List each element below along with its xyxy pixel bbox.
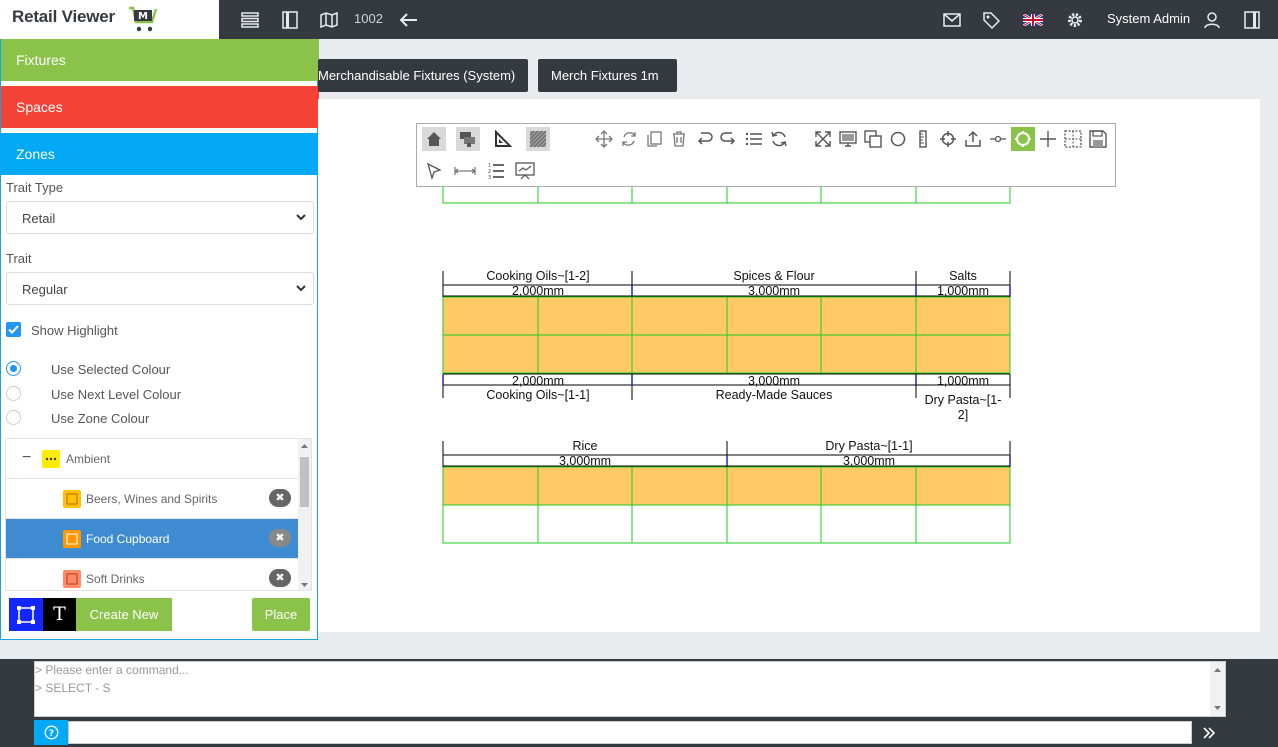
save-icon[interactable]	[1086, 127, 1110, 151]
circle-icon[interactable]	[886, 127, 910, 151]
copy-icon[interactable]	[642, 127, 666, 151]
svg-text:3: 3	[488, 175, 491, 180]
scroll-up-icon[interactable]	[1213, 666, 1222, 674]
dimension-label: 3,000mm	[559, 454, 611, 468]
zone-label: 2]	[958, 408, 968, 422]
command-history-line: > SELECT - S	[35, 681, 111, 695]
refresh-icon[interactable]	[767, 127, 791, 151]
set-square-icon[interactable]	[491, 127, 515, 151]
fit-screen-icon[interactable]	[811, 127, 835, 151]
move-icon[interactable]	[592, 127, 616, 151]
zone-label: Cooking Oils~[1-2]	[486, 269, 589, 283]
list-view-icon[interactable]	[742, 127, 766, 151]
redo-icon[interactable]	[717, 127, 741, 151]
command-placeholder: > Please enter a command...	[35, 663, 189, 677]
dimension-label: 3,000mm	[843, 454, 895, 468]
rotate-icon[interactable]	[617, 127, 641, 151]
command-log[interactable]: > Please enter a command... > SELECT - S	[34, 661, 1226, 717]
measure-icon[interactable]	[453, 159, 477, 183]
zone-label: Rice	[572, 439, 597, 453]
plus-icon[interactable]	[1036, 127, 1060, 151]
export-icon[interactable]	[961, 127, 985, 151]
undo-icon[interactable]	[692, 127, 716, 151]
command-log-scrollbar[interactable]	[1210, 662, 1225, 716]
hatch-icon[interactable]	[526, 127, 550, 151]
question-icon: ?	[44, 725, 58, 740]
presentation-icon[interactable]	[513, 159, 537, 183]
crosshair-icon[interactable]	[936, 127, 960, 151]
zone-label: Dry Pasta~[1-1]	[825, 439, 912, 453]
connector-icon[interactable]	[986, 127, 1010, 151]
trash-icon[interactable]	[667, 127, 691, 151]
scroll-down-icon[interactable]	[1213, 704, 1222, 712]
overlap-icon[interactable]	[861, 127, 885, 151]
layers-icon[interactable]	[456, 127, 480, 151]
dimension-label: 2,000mm	[512, 374, 564, 388]
monitor-icon[interactable]	[836, 127, 860, 151]
zone-label: Salts	[949, 269, 977, 283]
drawing-toolbar: 123	[416, 123, 1116, 187]
grid-row-top	[442, 187, 1011, 204]
double-chevron-right-icon[interactable]	[1200, 724, 1218, 742]
numbered-list-icon[interactable]: 123	[484, 159, 508, 183]
zone-label: Spices & Flour	[733, 269, 814, 283]
command-input[interactable]	[68, 721, 1192, 744]
floor-plan: Cooking Oils~[1-2] Spices & Flour Salts …	[442, 187, 1011, 544]
grid-icon[interactable]	[1061, 127, 1085, 151]
zone-label: Ready-Made Sauces	[716, 388, 833, 402]
svg-text:?: ?	[48, 729, 53, 739]
zone-label: Cooking Oils~[1-1]	[486, 388, 589, 402]
home-icon[interactable]	[422, 127, 446, 151]
dimension-label: 3,000mm	[748, 284, 800, 298]
dimension-label: 2,000mm	[512, 284, 564, 298]
snap-target-icon[interactable]	[1011, 127, 1035, 151]
dimension-label: 1,000mm	[937, 284, 989, 298]
dimension-label: 3,000mm	[748, 374, 800, 388]
zone-label: Dry Pasta~[1-	[925, 393, 1002, 407]
help-button[interactable]: ?	[34, 720, 68, 745]
dimension-label: 1,000mm	[937, 374, 989, 388]
ruler-icon[interactable]	[911, 127, 935, 151]
select-pointer-icon[interactable]	[422, 159, 446, 183]
